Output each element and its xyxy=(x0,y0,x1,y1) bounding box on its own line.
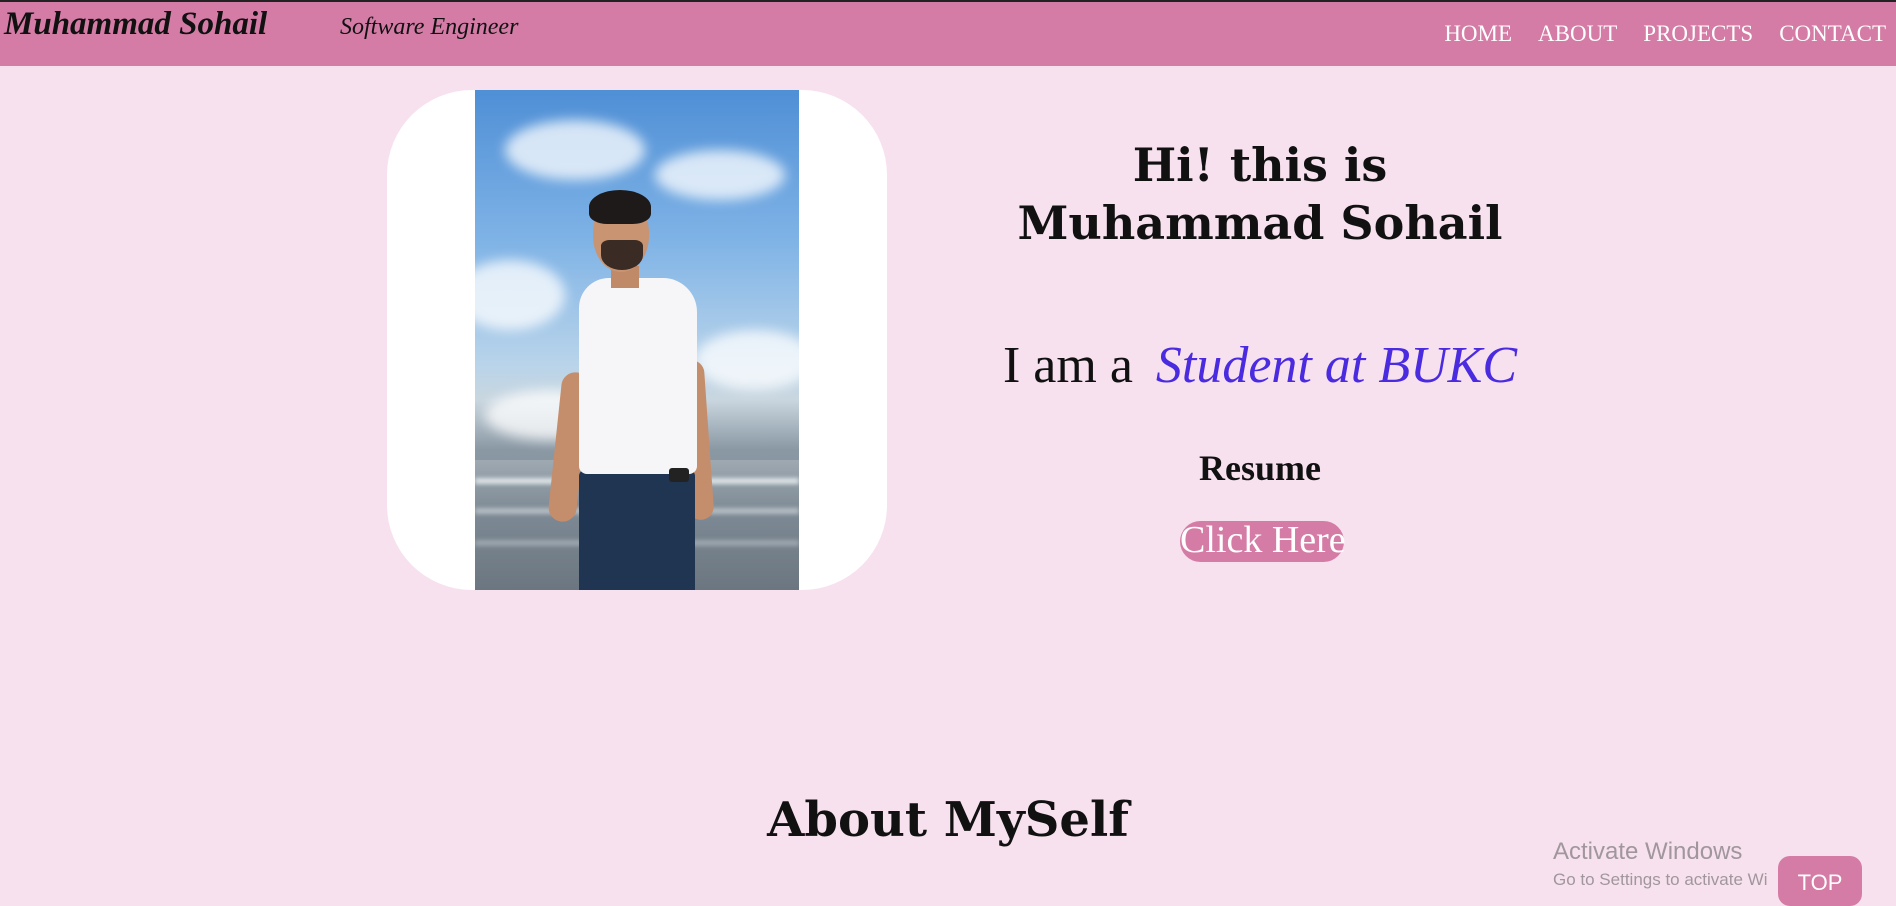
person-hair xyxy=(589,190,651,224)
cloud-shape xyxy=(655,150,785,200)
nav-projects-link[interactable]: PROJECTS xyxy=(1643,21,1753,47)
hero-greeting: Hi! this is Muhammad Sohail xyxy=(960,136,1560,252)
person-jeans xyxy=(579,470,695,590)
scroll-top-button[interactable]: TOP xyxy=(1778,856,1862,906)
nav-about-link[interactable]: ABOUT xyxy=(1538,21,1617,47)
greeting-line-1: Hi! this is xyxy=(1132,138,1388,192)
person-shirt xyxy=(579,278,697,474)
role-prefix: I am a xyxy=(1002,337,1133,394)
profile-photo xyxy=(475,90,799,590)
brand-tagline: Software Engineer xyxy=(340,14,519,40)
resume-button[interactable]: Click Here xyxy=(1180,521,1346,562)
role-line: I am a Student at BUKC xyxy=(960,336,1560,395)
profile-photo-frame xyxy=(387,90,887,590)
person-watch xyxy=(669,468,689,482)
greeting-line-2: Muhammad Sohail xyxy=(1017,196,1503,250)
nav-contact-link[interactable]: CONTACT xyxy=(1779,21,1886,47)
brand-name[interactable]: Muhammad Sohail xyxy=(4,6,267,43)
cloud-shape xyxy=(475,260,565,330)
cloud-shape xyxy=(695,330,799,390)
cloud-shape xyxy=(505,120,645,180)
person-beard xyxy=(601,240,643,270)
nav-home-link[interactable]: HOME xyxy=(1444,21,1512,47)
navbar: Muhammad Sohail Software Engineer HOME A… xyxy=(0,0,1896,66)
activate-subtitle: Go to Settings to activate Wi xyxy=(1553,870,1768,889)
nav-links: HOME ABOUT PROJECTS CONTACT xyxy=(1444,21,1886,47)
resume-label: Resume xyxy=(1199,448,1321,488)
role-highlight: Student at BUKC xyxy=(1155,337,1518,394)
activate-windows-watermark: Activate Windows Go to Settings to activ… xyxy=(1553,838,1767,892)
activate-title: Activate Windows xyxy=(1553,838,1743,865)
